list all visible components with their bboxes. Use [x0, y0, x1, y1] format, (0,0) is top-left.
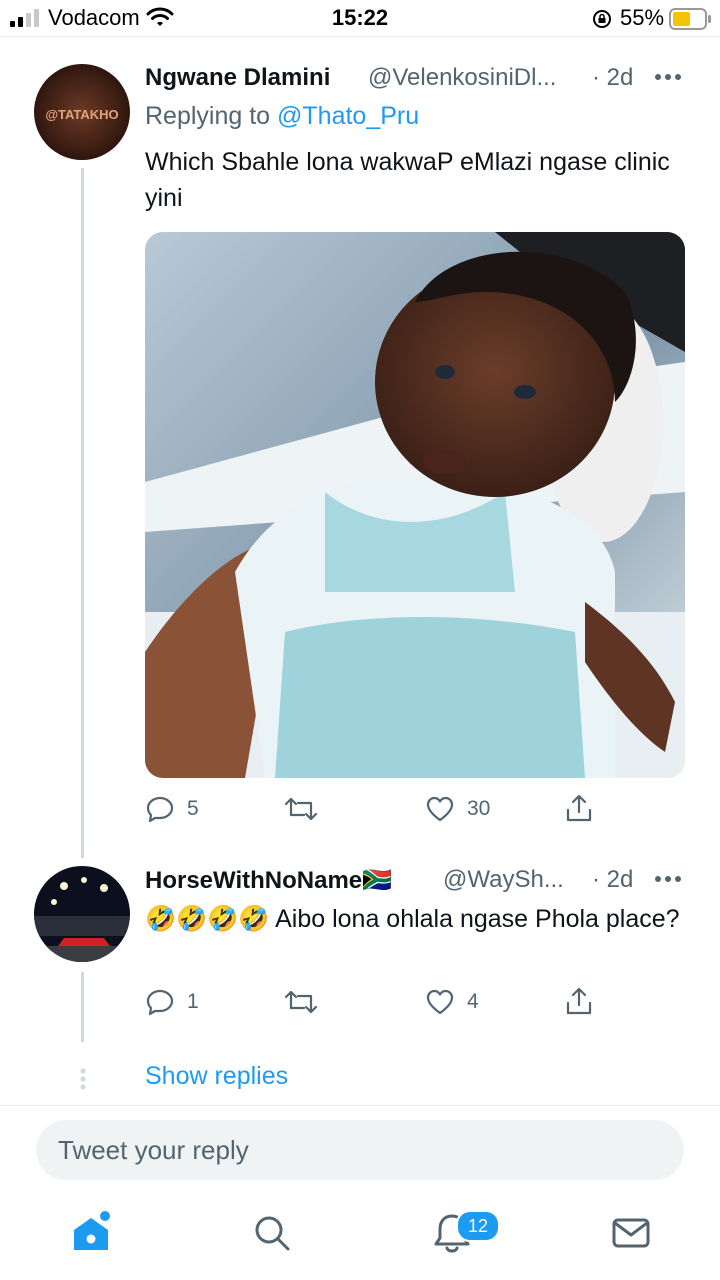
like-button[interactable]: 4 [425, 988, 479, 1016]
replying-to-mention[interactable]: @Thato_Pru [277, 102, 419, 130]
avatar-image: @TATAKHO [34, 64, 130, 160]
share-icon [566, 987, 592, 1015]
notifications-badge: 12 [456, 1210, 500, 1242]
avatar[interactable]: @TATAKHO [34, 64, 130, 160]
tweet-media-image[interactable] [145, 232, 685, 778]
share-button[interactable] [565, 793, 593, 823]
clock: 15:22 [331, 5, 389, 30]
battery-icon [669, 8, 711, 30]
like-count: 30 [467, 797, 491, 820]
battery-percentage: 55% [620, 5, 665, 30]
like-count: 4 [467, 990, 479, 1013]
retweet-icon [284, 990, 318, 1014]
search-icon[interactable] [252, 1210, 292, 1254]
tweet-text: Which Sbahle lona wakwaP eMlazi ngase cl… [145, 148, 670, 212]
share-icon [566, 794, 592, 822]
emoji-laughing: 🤣🤣🤣🤣 [145, 905, 270, 933]
more-options-icon[interactable] [654, 72, 682, 82]
show-replies-link[interactable]: Show replies [145, 1062, 288, 1091]
reply-input[interactable] [36, 1120, 658, 1180]
svg-text:@TATAKHO: @TATAKHO [45, 107, 118, 122]
tweet-text: 🤣🤣🤣🤣 Aibo lona ohlala ngase Phola place? [145, 901, 685, 937]
thread-dots-icon [80, 1068, 86, 1090]
retweet-button[interactable] [284, 988, 330, 1016]
replying-to-label: Replying to [145, 102, 271, 130]
thread-line [81, 972, 84, 1042]
reply-count: 5 [187, 797, 199, 820]
heart-icon [426, 989, 454, 1015]
reply-button[interactable]: 1 [145, 988, 199, 1016]
tweet-age: · 2d [592, 866, 634, 893]
reply-count: 1 [187, 990, 199, 1013]
flag-emoji: 🇿🇦 [362, 867, 393, 894]
avatar-image [34, 866, 130, 962]
thread-line [81, 168, 84, 858]
author-name-text: HorseWithNoName [145, 867, 363, 894]
rotation-lock-icon [593, 10, 611, 28]
reply-icon [146, 989, 174, 1016]
home-icon[interactable] [70, 1210, 112, 1254]
tweet-age: · 2d [592, 64, 634, 91]
baby-photo [145, 232, 685, 778]
reply-composer[interactable] [36, 1120, 684, 1180]
share-button[interactable] [565, 986, 593, 1016]
author-name[interactable]: Ngwane Dlamini [145, 64, 330, 92]
replying-to: Replying to @Thato_Pru [145, 102, 419, 131]
author-handle[interactable]: @VelenkosiniDl... [368, 64, 556, 92]
like-button[interactable]: 30 [425, 795, 490, 823]
author-name[interactable]: HorseWithNoName🇿🇦 [145, 866, 392, 895]
retweet-icon [284, 797, 318, 821]
reply-icon [146, 796, 174, 823]
author-handle[interactable]: @WaySh... [443, 866, 564, 894]
heart-icon [426, 796, 454, 822]
reply-button[interactable]: 5 [145, 795, 199, 823]
messages-mail-icon[interactable] [610, 1210, 652, 1254]
tweet-text-body: Aibo lona ohlala ngase Phola place? [275, 905, 680, 933]
more-options-icon[interactable] [654, 874, 682, 884]
status-bar: Vodacom 15:22 55% [0, 0, 720, 36]
bottom-tab-bar [0, 1200, 720, 1280]
status-divider [0, 36, 720, 37]
avatar[interactable] [34, 866, 130, 962]
composer-divider [0, 1105, 720, 1106]
retweet-button[interactable] [284, 795, 330, 823]
